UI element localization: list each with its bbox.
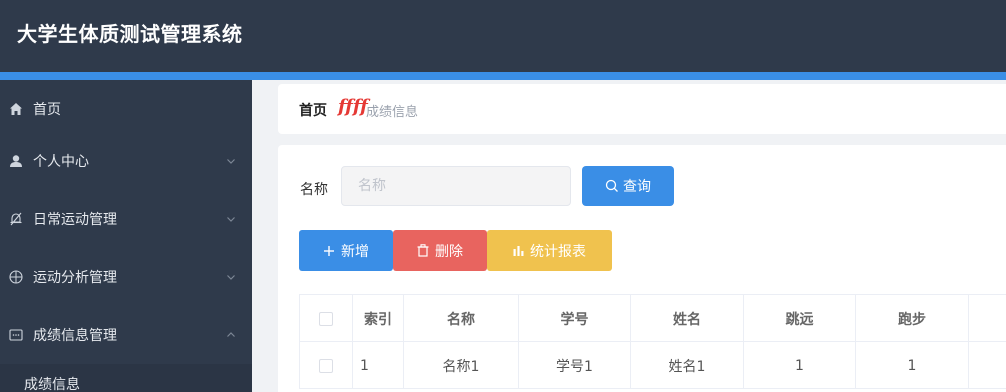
column-header: 姓名	[631, 295, 744, 342]
search-label: 名称	[300, 182, 328, 198]
main-content: 名称 查询 新增 删除 统计报表 索引 名称 学号 姓名 跳远 跑步	[278, 145, 1006, 392]
delete-button[interactable]: 删除	[393, 230, 487, 271]
column-header	[969, 295, 1006, 342]
column-header: 跳远	[744, 295, 856, 342]
sidebar-item-exercise-analysis[interactable]: 运动分析管理	[0, 248, 252, 306]
score-table: 索引 名称 学号 姓名 跳远 跑步 1 名称1 学号1 姓名1 1 1	[299, 294, 1006, 389]
cell-long-jump: 1	[744, 342, 856, 389]
cell-name: 名称1	[404, 342, 519, 389]
cell-index: 1	[353, 342, 404, 389]
bar-chart-icon	[513, 246, 524, 256]
query-button[interactable]: 查询	[582, 166, 674, 206]
sidebar-item-label: 成绩信息管理	[33, 328, 117, 344]
bell-slash-icon	[8, 211, 24, 227]
user-icon	[8, 153, 24, 169]
cell-running: 1	[856, 342, 969, 389]
column-header: 名称	[404, 295, 519, 342]
chevron-down-icon	[227, 217, 235, 222]
sidebar-item-personal-center[interactable]: 个人中心	[0, 132, 252, 190]
column-header: 索引	[353, 295, 404, 342]
sidebar-subitem-label: 成绩信息	[24, 377, 80, 392]
select-all-cell	[300, 295, 353, 342]
select-all-checkbox[interactable]	[319, 311, 333, 326]
sidebar-item-label: 个人中心	[33, 154, 89, 170]
cell-student-name: 姓名1	[631, 342, 744, 389]
chevron-down-icon	[227, 159, 235, 164]
chevron-up-icon	[227, 332, 235, 337]
cell-student-no: 学号1	[519, 342, 631, 389]
header-accent-strip	[0, 72, 1006, 80]
table-header-row: 索引 名称 学号 姓名 跳远 跑步	[300, 295, 1006, 342]
home-icon	[8, 101, 24, 117]
report-button[interactable]: 统计报表	[487, 230, 612, 271]
sidebar-item-daily-exercise[interactable]: 日常运动管理	[0, 190, 252, 248]
breadcrumb-current: 成绩信息	[366, 105, 419, 120]
sidebar-item-label: 运动分析管理	[33, 270, 117, 286]
app-title: 大学生体质测试管理系统	[17, 22, 243, 46]
table-row[interactable]: 1 名称1 学号1 姓名1 1 1	[300, 342, 1006, 389]
trash-icon	[417, 244, 429, 257]
cell-actions	[969, 342, 1006, 389]
top-header: 大学生体质测试管理系统	[0, 0, 1006, 72]
query-button-label: 查询	[623, 179, 651, 195]
row-select-cell	[300, 342, 353, 389]
add-button-label: 新增	[341, 243, 369, 260]
breadcrumb-separator: ffff	[338, 96, 368, 117]
add-button[interactable]: 新增	[299, 230, 393, 271]
column-header: 跑步	[856, 295, 969, 342]
compass-icon	[8, 269, 24, 285]
search-input[interactable]	[341, 166, 571, 206]
search-icon	[605, 179, 618, 192]
chevron-down-icon	[227, 275, 235, 280]
sidebar: 首页 个人中心 日常运动管理 运动分析管理 成绩信息管理 成绩信息	[0, 80, 252, 392]
sidebar-item-label: 首页	[33, 102, 61, 118]
row-checkbox[interactable]	[319, 358, 333, 373]
sidebar-item-score-management[interactable]: 成绩信息管理	[0, 306, 252, 364]
delete-button-label: 删除	[435, 243, 463, 260]
plus-icon	[324, 245, 334, 256]
report-button-label: 统计报表	[530, 243, 586, 260]
sidebar-item-label: 日常运动管理	[33, 212, 117, 228]
column-header: 学号	[519, 295, 631, 342]
breadcrumb-home[interactable]: 首页	[299, 100, 327, 120]
message-icon	[8, 327, 24, 343]
sidebar-subitem-score-info[interactable]: 成绩信息	[0, 364, 252, 392]
sidebar-item-home[interactable]: 首页	[0, 80, 252, 138]
breadcrumb: 首页 ffff 成绩信息	[278, 84, 1006, 134]
